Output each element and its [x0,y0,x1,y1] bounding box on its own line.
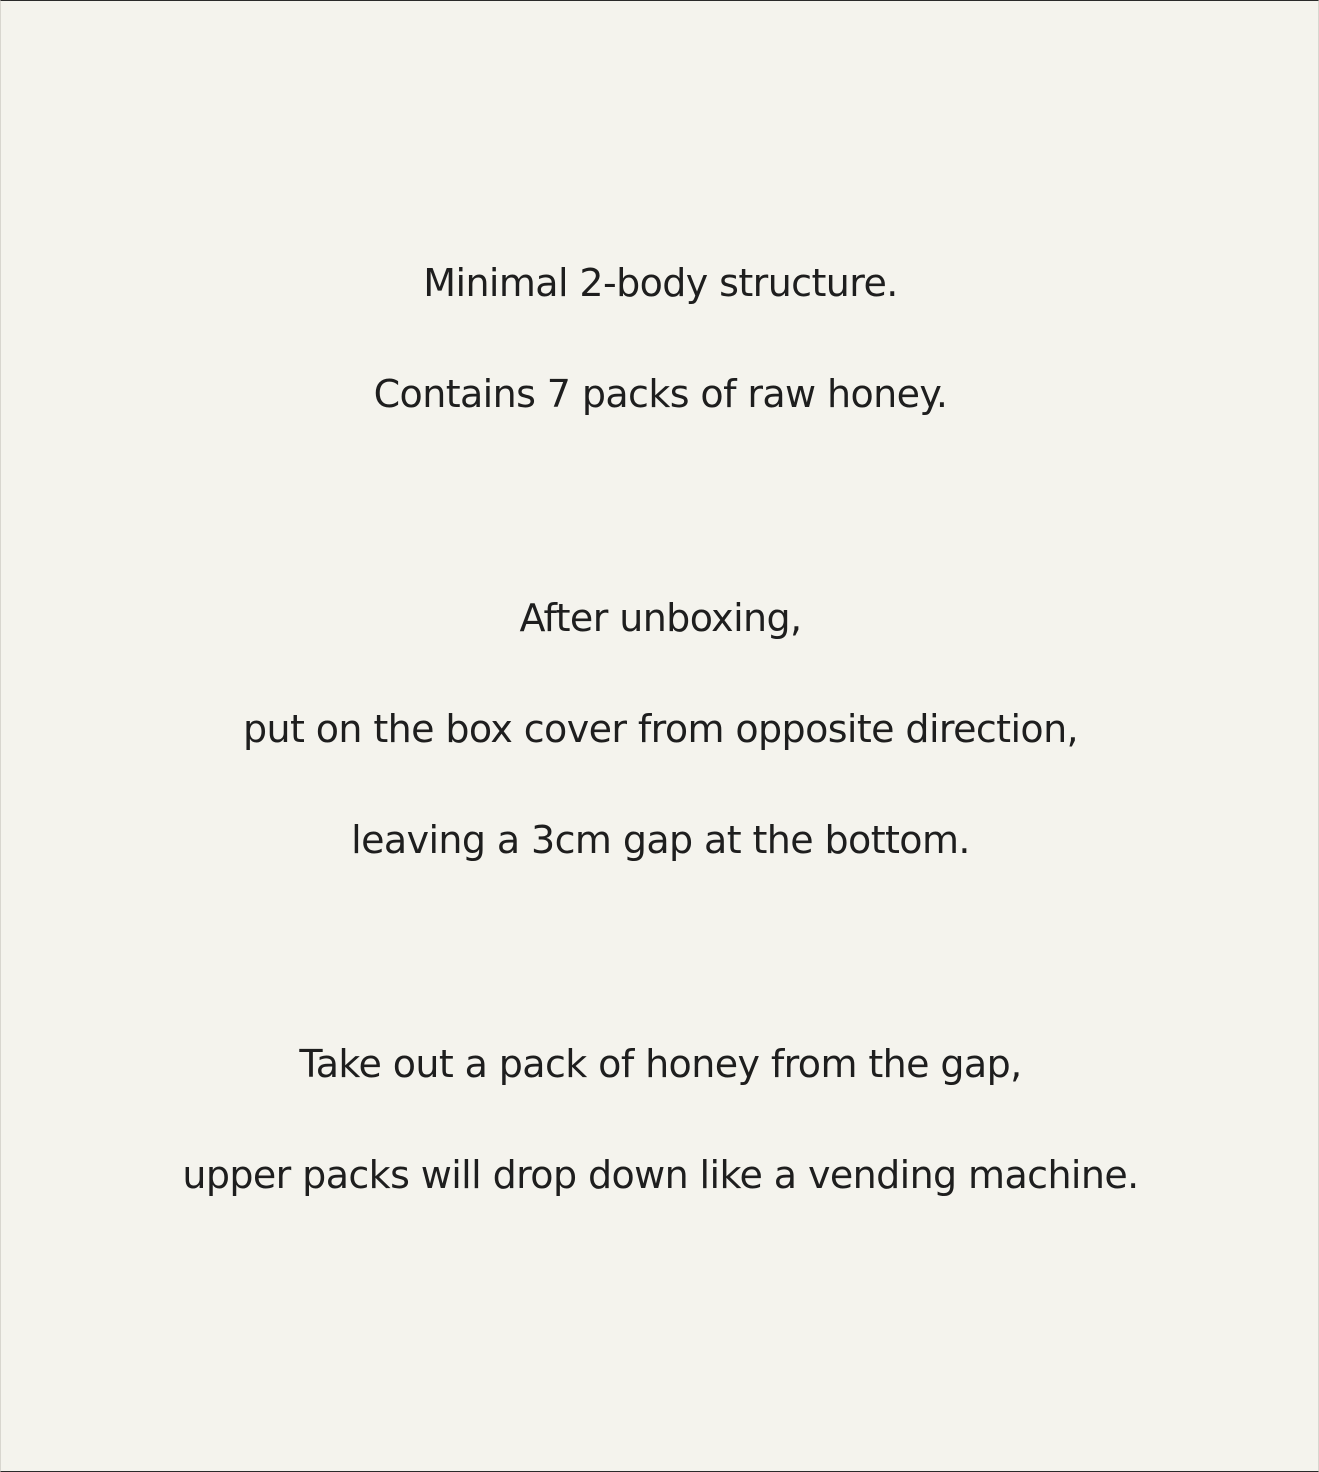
paragraph-2-line-1: After unboxing, [519,596,802,640]
paragraph-2-line-2: put on the box cover from opposite direc… [242,707,1079,751]
paragraph-3-line-2: upper packs will drop down like a vendin… [182,1153,1139,1197]
paragraph-3-line-1: Take out a pack of honey from the gap, [299,1042,1022,1086]
paragraph-2-line-3: leaving a 3cm gap at the bottom. [351,818,970,862]
page-frame: Minimal 2-body structure. Contains 7 pac… [0,0,1319,1472]
paragraph-1-line-1: Minimal 2-body structure. [423,261,898,305]
paragraph-1-line-2: Contains 7 packs of raw honey. [373,372,948,416]
